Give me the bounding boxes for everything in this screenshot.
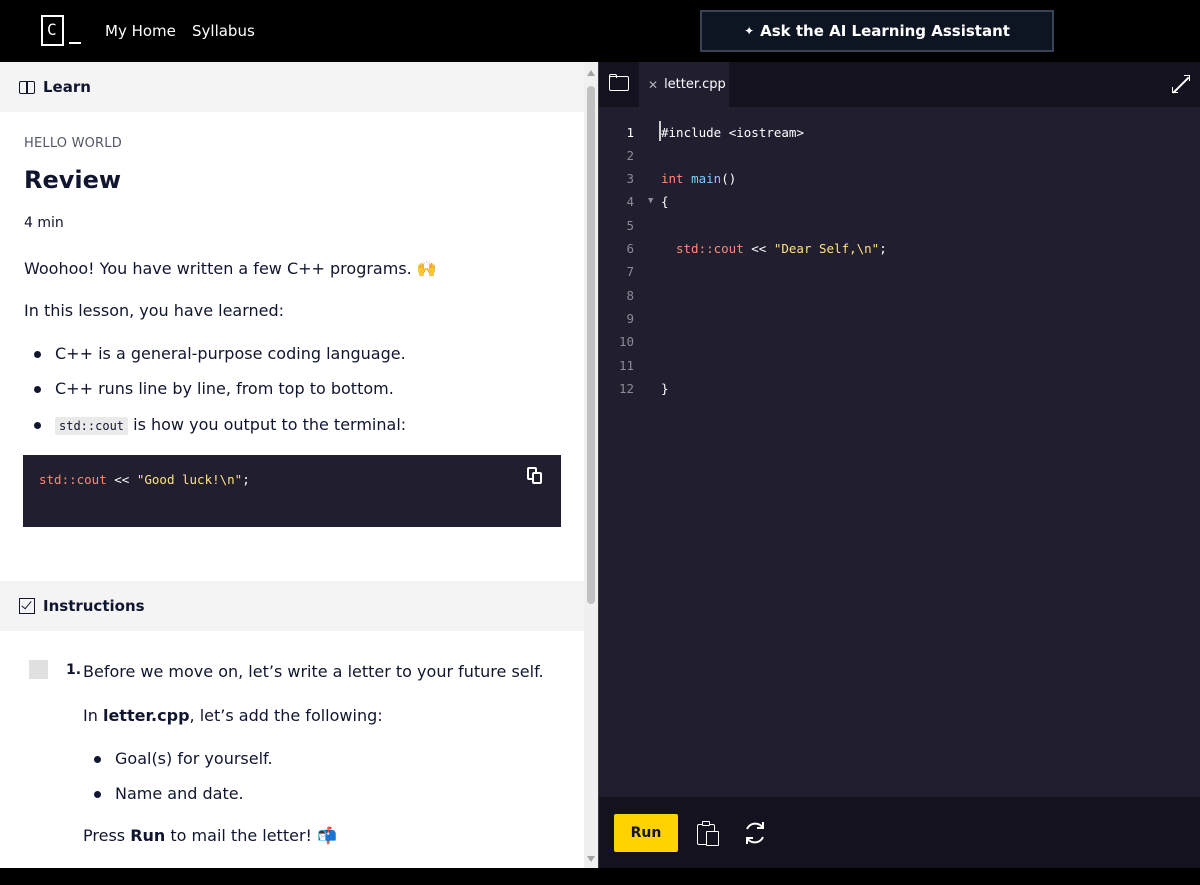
- folder-icon[interactable]: [609, 74, 631, 92]
- line-number: 11: [618, 358, 634, 373]
- lesson-scrollbar[interactable]: [584, 62, 598, 868]
- list-item-text: C++ runs line by line, from top to botto…: [55, 379, 394, 398]
- file-tab[interactable]: ✕ letter.cpp: [639, 62, 729, 107]
- task-run-prefix: Press: [83, 826, 131, 845]
- folder-body: [609, 76, 629, 91]
- scroll-down-arrow[interactable]: [587, 856, 595, 862]
- lesson-title: Review: [24, 166, 122, 194]
- scrollbar-thumb[interactable]: [587, 86, 595, 604]
- code-area[interactable]: 1 2 3 4 5 6 7 8 9 10 11 12 ▼ #include <i…: [599, 107, 1200, 797]
- line-number: 5: [626, 218, 634, 233]
- code-token: ;: [879, 241, 887, 256]
- line-number: 9: [626, 311, 634, 326]
- nav-syllabus[interactable]: Syllabus: [192, 21, 255, 41]
- list-item-text: Name and date.: [115, 784, 244, 803]
- line-number: 12: [618, 381, 634, 396]
- editor-tabbar: ✕ letter.cpp: [599, 62, 1200, 107]
- clipboard-icon[interactable]: [697, 821, 721, 847]
- code-line-1: #include <iostream>: [661, 125, 804, 140]
- nav-my-home[interactable]: My Home: [105, 21, 176, 41]
- lesson-duration: 4 min: [24, 215, 64, 231]
- scroll-up-arrow[interactable]: [587, 70, 595, 76]
- expand-icon[interactable]: [1172, 75, 1190, 94]
- line-number: 3: [626, 171, 634, 186]
- code-editor: ✕ letter.cpp 1 2 3 4 5 6 7 8 9 10 11 12 …: [599, 62, 1200, 868]
- lesson-kicker: HELLO WORLD: [24, 136, 122, 151]
- expand-icon-corner: [1184, 75, 1190, 81]
- sparkle-icon: ✦: [744, 24, 755, 38]
- instructions-header-label: Instructions: [43, 597, 145, 615]
- lesson-pane: Learn HELLO WORLD Review 4 min Woohoo! Y…: [0, 62, 598, 868]
- ask-ai-assistant-label: Ask the AI Learning Assistant: [760, 22, 1010, 40]
- checkbox-icon: [19, 598, 35, 614]
- line-number: 2: [626, 148, 634, 163]
- copy-icon-front: [532, 472, 542, 484]
- editor-actions-bar: Run: [599, 797, 1200, 868]
- code-token: (): [721, 171, 737, 186]
- task-checkbox[interactable]: [29, 660, 48, 679]
- task-number: 1.: [66, 662, 82, 678]
- bottom-strip: [0, 868, 1200, 885]
- code-line-4: {: [661, 194, 669, 209]
- copy-icon[interactable]: [527, 467, 543, 485]
- code-token: std::cout: [676, 241, 744, 256]
- bullet-dot: [34, 422, 41, 429]
- code-example-line: std::cout << "Good luck!\n";: [39, 472, 250, 487]
- file-tab-label: letter.cpp: [664, 77, 726, 92]
- instructions-header: Instructions: [0, 581, 584, 631]
- codecademy-logo[interactable]: C: [41, 15, 81, 47]
- code-token: <<: [743, 241, 774, 256]
- code-token: main: [691, 171, 722, 186]
- learn-header-label: Learn: [43, 78, 91, 96]
- list-item-text-rest: is how you output to the terminal:: [133, 415, 407, 434]
- code-example-block: std::cout << "Good luck!\n";: [23, 455, 561, 527]
- line-number: 1: [626, 125, 634, 140]
- bullet-dot: [94, 791, 101, 798]
- list-item-text: C++ is a general-purpose coding language…: [55, 344, 406, 363]
- line-number: 8: [626, 288, 634, 303]
- task-text: Before we move on, let’s write a letter …: [83, 662, 544, 681]
- line-number: 4: [626, 194, 634, 209]
- learn-header: Learn: [0, 62, 584, 112]
- task-file-name: letter.cpp: [102, 706, 190, 725]
- line-number: 7: [626, 264, 634, 279]
- list-item-text: Goal(s) for yourself.: [115, 749, 273, 768]
- close-icon[interactable]: ✕: [648, 78, 658, 92]
- code-line-3: int main(): [661, 167, 736, 190]
- logo-underscore: [69, 42, 81, 44]
- code-token: "Dear Self,\n": [773, 241, 880, 256]
- clipboard-page: [706, 831, 719, 846]
- refresh-icon[interactable]: [742, 820, 768, 846]
- bullet-dot: [94, 756, 101, 763]
- task-run-suffix: to mail the letter! 📬: [165, 826, 337, 845]
- logo-letter: C: [47, 20, 57, 39]
- code-token: <<: [106, 472, 137, 487]
- top-navbar: C My Home Syllabus ✦ Ask the AI Learning…: [0, 0, 1200, 62]
- task-file-suffix: , let’s add the following:: [189, 706, 383, 725]
- line-number: 10: [618, 334, 634, 349]
- code-line-6: std::cout << "Dear Self,\n";: [676, 237, 887, 260]
- task-file-prefix: In: [83, 706, 103, 725]
- task-run-line: Press Run to mail the letter! 📬: [83, 825, 337, 847]
- list-item-text: std::cout is how you output to the termi…: [55, 414, 406, 437]
- line-number: 6: [626, 241, 634, 256]
- learned-heading: In this lesson, you have learned:: [24, 301, 285, 320]
- task-file-line: In letter.cpp, let’s add the following:: [83, 705, 383, 727]
- code-token: std::cout: [39, 472, 107, 487]
- expand-icon-corner: [1172, 87, 1178, 93]
- book-icon: [19, 80, 35, 94]
- code-line-12: }: [661, 381, 669, 396]
- ask-ai-assistant-button[interactable]: ✦ Ask the AI Learning Assistant: [700, 10, 1054, 52]
- fold-arrow-icon[interactable]: ▼: [648, 190, 653, 213]
- lesson-intro: Woohoo! You have written a few C++ progr…: [24, 259, 437, 278]
- inline-code: std::cout: [55, 417, 129, 435]
- code-token: int: [661, 171, 684, 186]
- code-token: "Good luck!\n": [136, 472, 243, 487]
- bullet-dot: [34, 351, 41, 358]
- run-button[interactable]: Run: [614, 814, 678, 852]
- code-token: ;: [242, 472, 250, 487]
- bullet-dot: [34, 386, 41, 393]
- clipboard-clip: [702, 821, 710, 826]
- task-run-keyword: Run: [130, 826, 166, 845]
